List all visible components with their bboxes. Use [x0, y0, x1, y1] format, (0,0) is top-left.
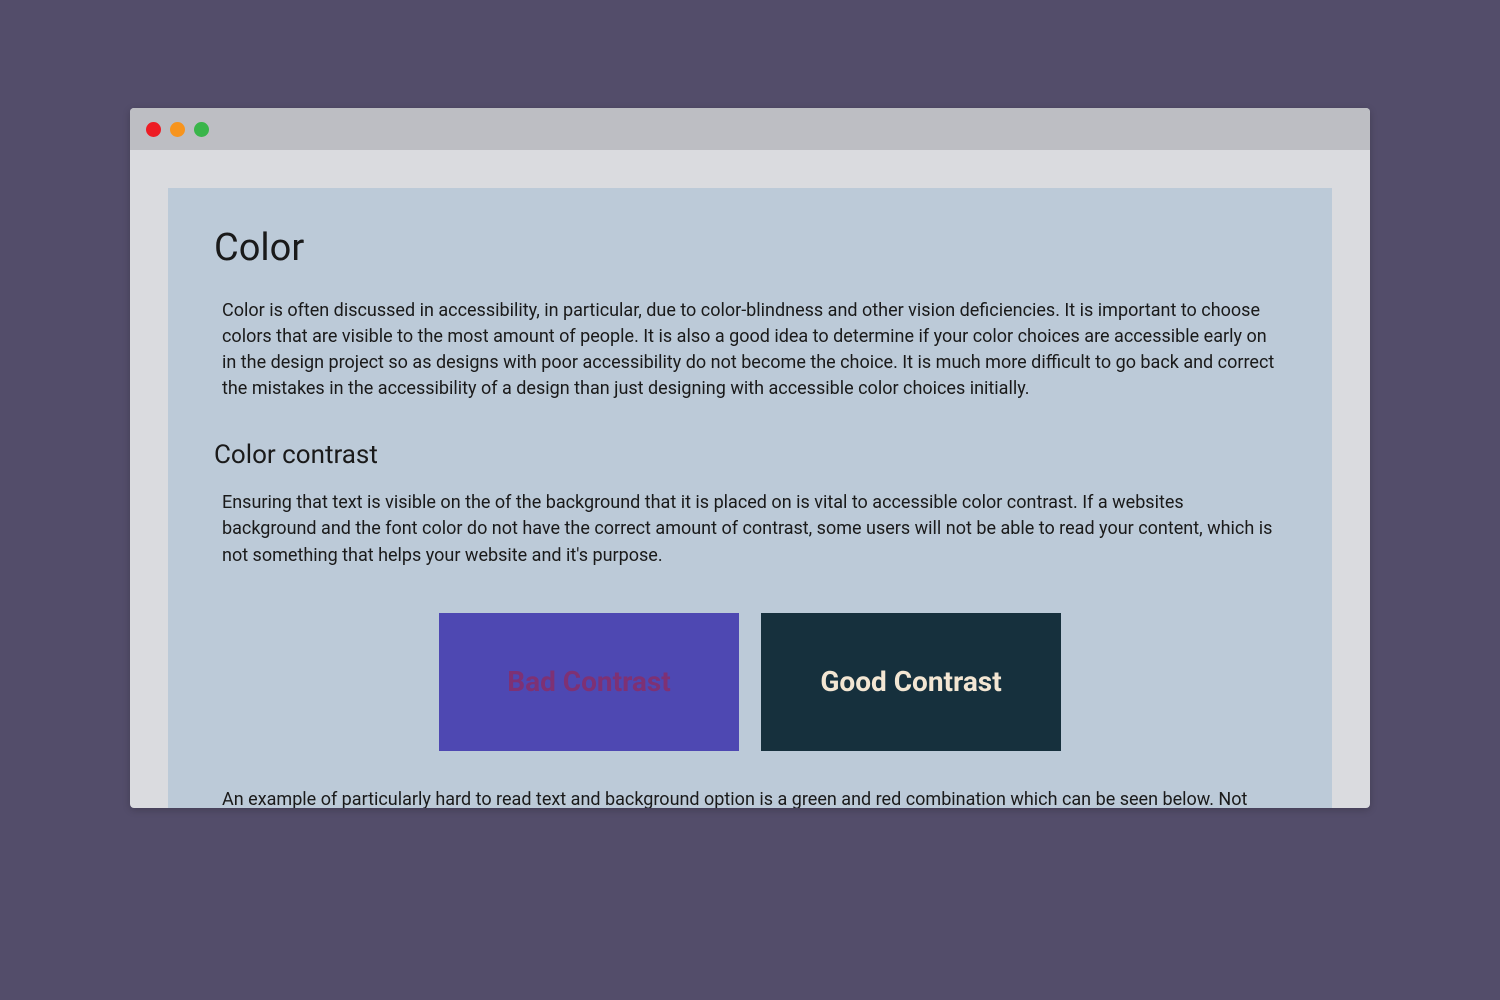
maximize-icon[interactable] [194, 122, 209, 137]
article: Color Color is often discussed in access… [168, 188, 1332, 808]
page-title: Color [214, 226, 1286, 270]
window-titlebar [130, 108, 1370, 150]
section-heading: Color contrast [214, 440, 1286, 470]
intro-paragraph: Color is often discussed in accessibilit… [222, 298, 1278, 402]
followup-paragraph: An example of particularly hard to read … [222, 787, 1278, 808]
contrast-examples: Bad Contrast Good Contrast [214, 613, 1286, 751]
close-icon[interactable] [146, 122, 161, 137]
good-contrast-example: Good Contrast [761, 613, 1061, 751]
minimize-icon[interactable] [170, 122, 185, 137]
bad-contrast-example: Bad Contrast [439, 613, 739, 751]
browser-window: Color Color is often discussed in access… [130, 108, 1370, 808]
content-viewport: Color Color is often discussed in access… [130, 150, 1370, 808]
section-body: Ensuring that text is visible on the of … [222, 490, 1278, 568]
